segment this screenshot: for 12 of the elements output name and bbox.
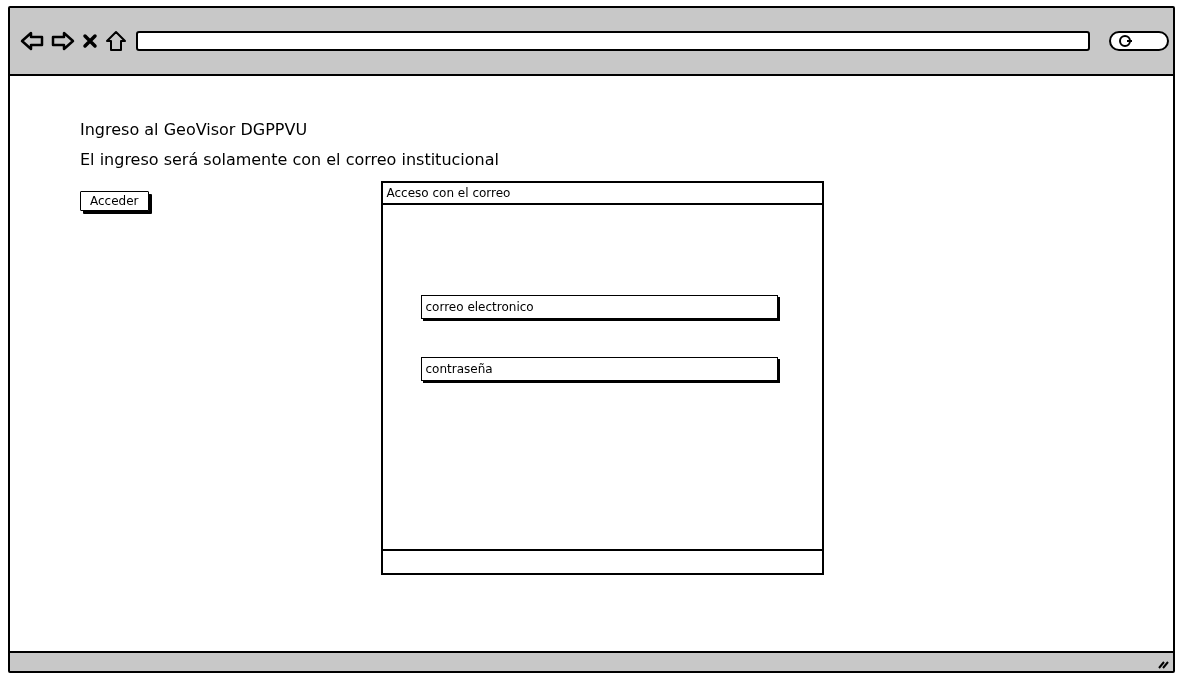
address-field[interactable] xyxy=(136,31,1090,51)
search-icon[interactable] xyxy=(1109,30,1169,52)
close-icon[interactable] xyxy=(82,33,98,49)
dialog-title: Acceso con el correo xyxy=(382,183,822,205)
access-button[interactable]: Acceder xyxy=(80,191,149,211)
input-field[interactable]: contraseña xyxy=(420,357,778,381)
page-title: Ingreso al GeoVisor DGPPVU xyxy=(80,120,309,141)
forward-icon[interactable] xyxy=(51,30,75,52)
back-icon[interactable] xyxy=(20,30,44,52)
input-field[interactable]: correo electronico xyxy=(420,295,778,319)
page-subtitle: El ingreso será solamente con el correo institucional xyxy=(80,150,500,171)
home-icon[interactable] xyxy=(105,30,127,52)
